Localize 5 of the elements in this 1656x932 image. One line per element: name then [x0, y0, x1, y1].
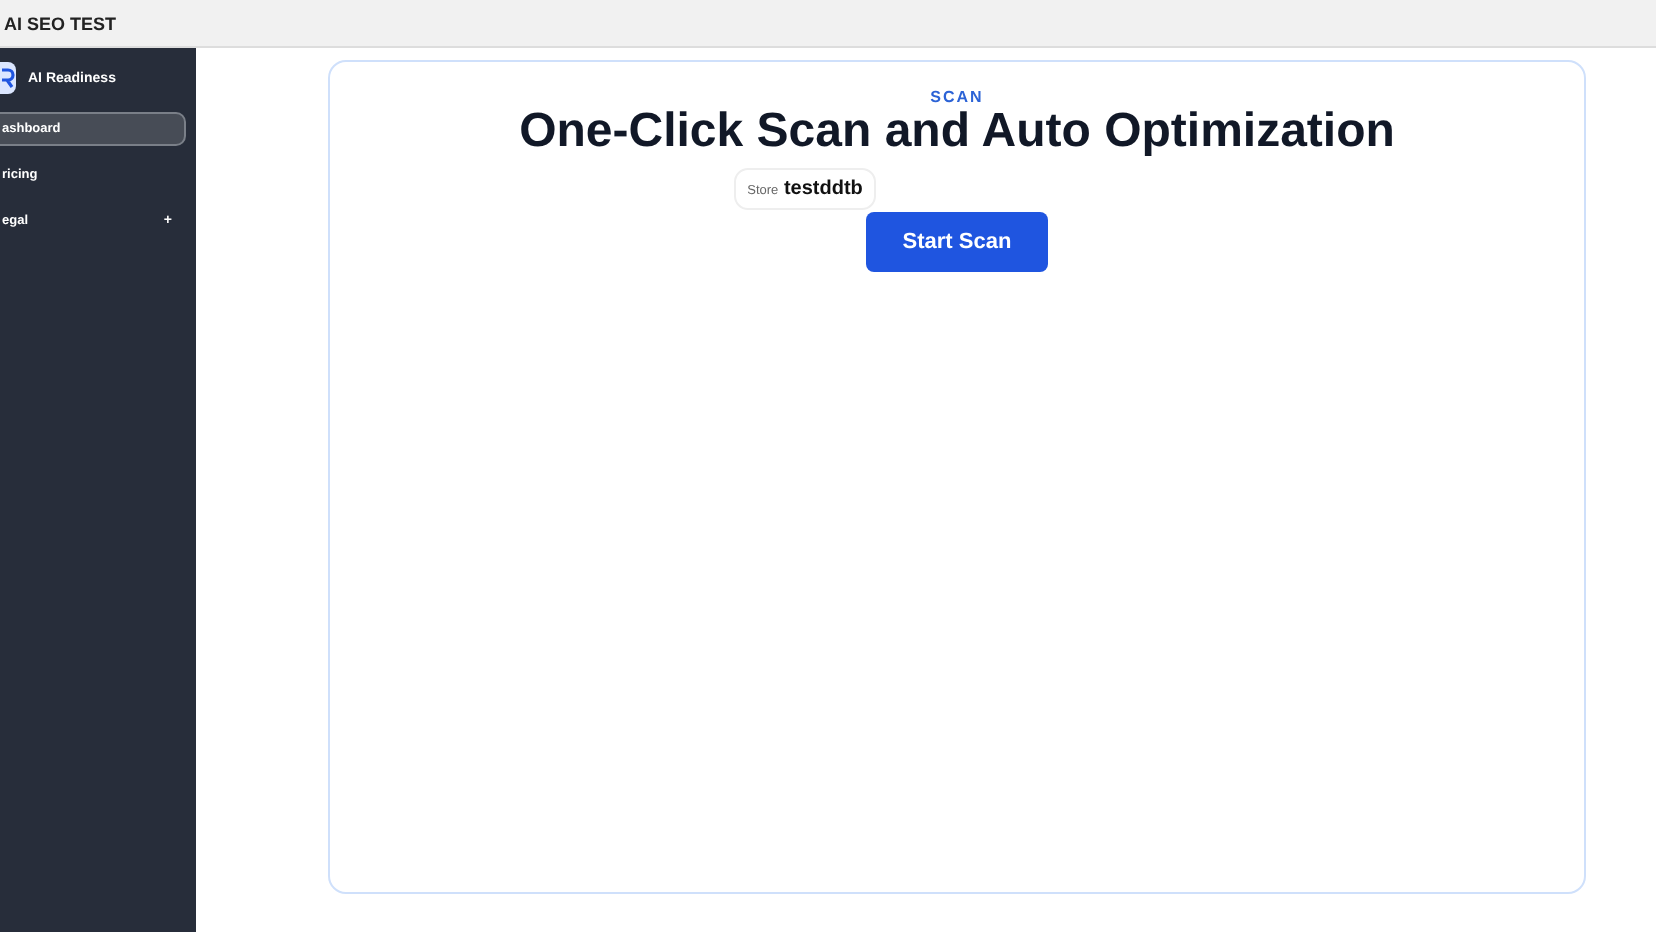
logo-icon — [0, 62, 18, 94]
start-scan-button[interactable]: Start Scan — [866, 212, 1048, 272]
page-heading: One-Click Scan and Auto Optimization — [519, 106, 1395, 158]
window-title: AI SEO TEST — [4, 13, 117, 33]
section-label: SCAN — [930, 88, 984, 106]
